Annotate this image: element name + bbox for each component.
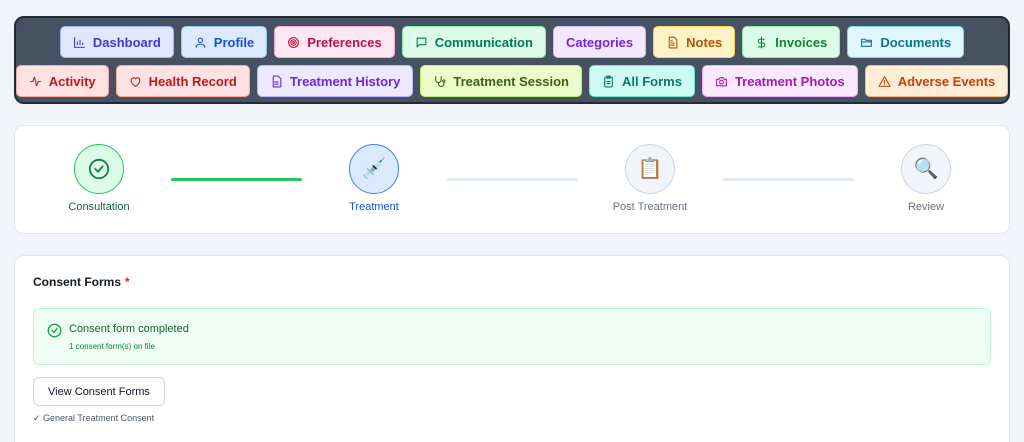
clipboard-icon: [604, 75, 613, 87]
tab-label: Adverse Events: [897, 73, 996, 89]
required-marker: *: [125, 275, 130, 289]
tab-health-record[interactable]: Health Record: [115, 65, 250, 97]
step-circle: 💉: [349, 144, 399, 194]
tab-dashboard[interactable]: Dashboard: [59, 26, 174, 58]
tab-navigation: Dashboard Profile Preferences Communication…: [14, 16, 1010, 104]
tab-treatment-photos[interactable]: Treatment Photos: [701, 65, 858, 97]
target-icon: [288, 36, 300, 48]
file-text-icon: [272, 75, 282, 87]
tab-activity[interactable]: Activity: [15, 65, 109, 97]
step-consultation[interactable]: Consultation: [24, 144, 174, 213]
consent-form-item: ✓ General Treatment Consent: [33, 413, 155, 423]
tab-label: Notes: [686, 34, 723, 50]
stethoscope-icon: [435, 75, 446, 87]
step-treatment[interactable]: 💉 Treatment: [299, 144, 449, 213]
tab-label: Treatment History: [289, 73, 401, 89]
step-connector-complete: [171, 178, 302, 181]
tab-row-primary: Dashboard Profile Preferences Communication…: [16, 26, 1008, 58]
step-connector-pending: [723, 178, 854, 181]
tab-label: Documents: [880, 34, 952, 50]
chat-icon: [416, 37, 427, 47]
tab-label: Treatment Session: [453, 73, 569, 89]
step-label: Post Treatment: [612, 201, 688, 213]
tab-treatment-session[interactable]: Treatment Session: [420, 65, 582, 97]
step-circle: 🔍: [901, 144, 951, 194]
tab-row-secondary: Activity Health Record Treatment History Tr…: [15, 65, 1009, 97]
tab-label: Treatment Photos: [734, 73, 845, 89]
step-post-treatment[interactable]: 📋 Post Treatment: [575, 144, 725, 213]
check-circle-icon: [88, 158, 110, 180]
tab-treatment-history[interactable]: Treatment History: [256, 65, 414, 97]
treatment-progress-stepper: Consultation 💉 Treatment 📋 Post Treatmen…: [14, 125, 1010, 234]
tab-invoices[interactable]: Invoices: [742, 26, 841, 58]
dollar-icon: [757, 36, 766, 48]
activity-icon: [29, 76, 41, 86]
bar-chart-icon: [73, 36, 85, 48]
step-label: Treatment: [349, 201, 399, 213]
tab-label: Invoices: [775, 34, 828, 50]
tab-label: All Forms: [621, 73, 682, 89]
tab-categories[interactable]: Categories: [552, 26, 647, 58]
step-label: Consultation: [68, 201, 130, 213]
tab-label: Activity: [48, 73, 96, 89]
tab-label: Health Record: [148, 73, 237, 89]
tab-notes[interactable]: Notes: [653, 26, 736, 58]
tab-label: Preferences: [307, 34, 382, 50]
tab-label: Communication: [434, 34, 533, 50]
consent-status-box: Consent form completed 1 consent form(s)…: [33, 308, 991, 365]
user-icon: [195, 37, 206, 48]
clipboard-icon: 📋: [637, 158, 663, 180]
tab-adverse-events[interactable]: Adverse Events: [864, 65, 1009, 97]
view-consent-forms-button[interactable]: View Consent Forms: [33, 377, 165, 406]
tab-label: Dashboard: [92, 34, 161, 50]
tab-preferences[interactable]: Preferences: [274, 26, 395, 58]
step-circle: 📋: [625, 144, 675, 194]
heart-icon: [130, 76, 141, 87]
folder-icon: [861, 38, 873, 47]
warning-icon: [878, 75, 891, 87]
tab-all-forms[interactable]: All Forms: [588, 65, 695, 97]
tab-profile[interactable]: Profile: [180, 26, 268, 58]
step-label: Review: [907, 201, 945, 213]
check-circle-icon: [47, 323, 62, 338]
tab-label: Profile: [213, 34, 255, 50]
magnifier-icon: 🔍: [913, 158, 939, 180]
camera-icon: [716, 76, 727, 86]
note-icon: [668, 36, 678, 48]
tab-documents[interactable]: Documents: [847, 26, 965, 58]
consent-forms-section: Consent Forms * Consent form completed 1 …: [14, 255, 1010, 442]
tab-communication[interactable]: Communication: [401, 26, 546, 58]
status-subtitle: 1 consent form(s) on file: [69, 342, 155, 351]
section-title: Consent Forms *: [33, 275, 130, 289]
step-review[interactable]: 🔍 Review: [851, 144, 1001, 213]
tab-label: Categories: [565, 34, 634, 50]
syringe-icon: 💉: [361, 158, 387, 180]
section-title-text: Consent Forms: [33, 275, 122, 289]
step-connector-pending: [447, 178, 578, 181]
status-title: Consent form completed: [69, 323, 189, 335]
step-circle: [74, 144, 124, 194]
